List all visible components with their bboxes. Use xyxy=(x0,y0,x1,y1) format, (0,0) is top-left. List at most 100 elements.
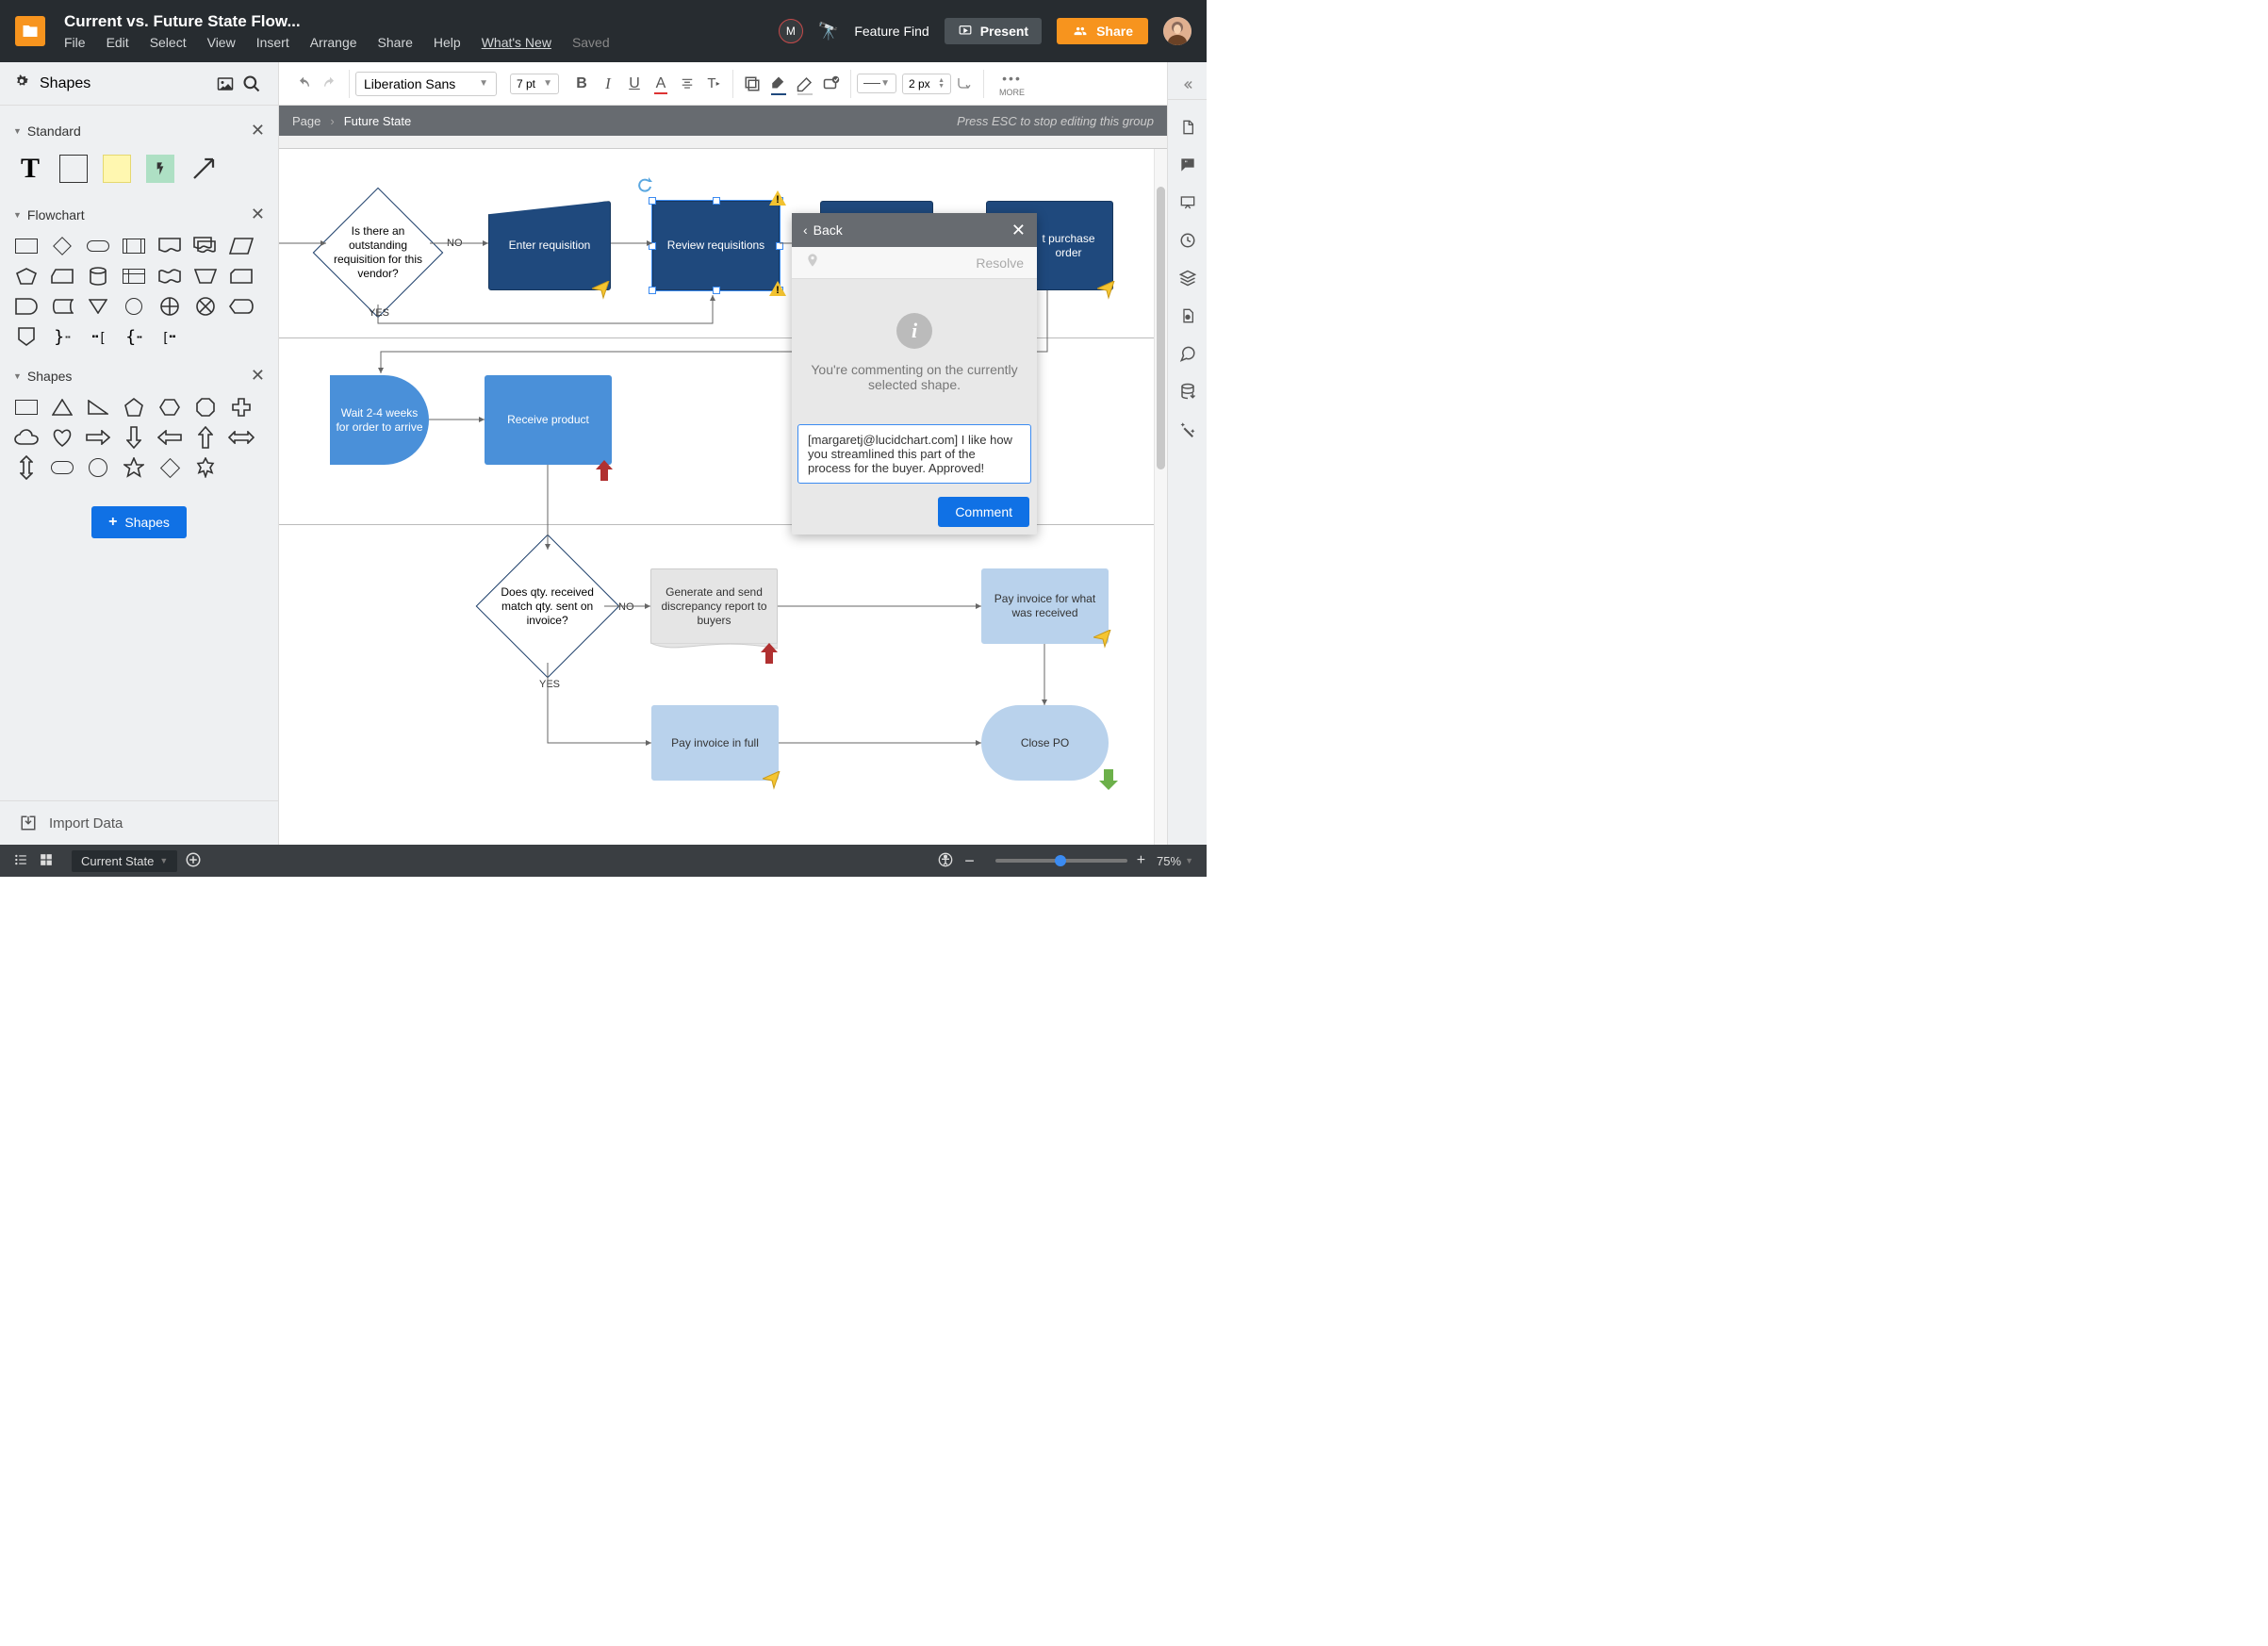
node-pay-received[interactable]: Pay invoice for what was received xyxy=(981,568,1109,644)
grid-view-icon[interactable] xyxy=(40,853,53,869)
close-icon[interactable]: ✕ xyxy=(251,205,265,224)
sh-cloud[interactable] xyxy=(13,427,40,448)
node-decision-outstanding[interactable]: Is there an outstanding requisition for … xyxy=(326,201,430,305)
zoom-out-button[interactable]: − xyxy=(964,851,975,871)
section-standard[interactable]: ▼ Standard ✕ xyxy=(0,115,278,146)
fc-card[interactable] xyxy=(228,266,255,287)
add-page-button[interactable] xyxy=(185,851,202,871)
menu-whats-new[interactable]: What's New xyxy=(482,35,551,50)
align-button[interactable] xyxy=(674,70,700,98)
collapse-right-panel[interactable] xyxy=(1168,70,1207,100)
underline-button[interactable]: U xyxy=(621,70,648,98)
user-avatar[interactable] xyxy=(1163,17,1192,45)
undo-button[interactable] xyxy=(290,70,317,98)
section-flowchart[interactable]: ▼ Flowchart ✕ xyxy=(0,199,278,230)
fc-papertape[interactable] xyxy=(156,266,183,287)
rotate-handle-icon[interactable] xyxy=(637,177,652,192)
present-panel-icon[interactable] xyxy=(1175,187,1201,219)
node-close-po[interactable]: Close PO xyxy=(981,705,1109,781)
text-options-button[interactable]: T▸ xyxy=(700,70,727,98)
node-wait-weeks[interactable]: Wait 2-4 weeks for order to arrive xyxy=(330,375,429,465)
sh-arrow-ud[interactable] xyxy=(13,457,40,478)
redo-button[interactable] xyxy=(317,70,343,98)
sh-cross[interactable] xyxy=(228,397,255,418)
menu-help[interactable]: Help xyxy=(434,35,461,50)
fc-process[interactable] xyxy=(13,236,40,256)
fc-database[interactable] xyxy=(85,266,111,287)
sh-rounded-rect[interactable] xyxy=(49,457,75,478)
sh-heart[interactable] xyxy=(49,427,75,448)
zoom-percent-label[interactable]: 75% xyxy=(1157,854,1181,868)
fc-input[interactable] xyxy=(49,266,75,287)
shape-options-button[interactable] xyxy=(818,70,845,98)
zoom-in-button[interactable]: + xyxy=(1137,852,1145,869)
sh-arrow-up[interactable] xyxy=(192,427,219,448)
fc-brace-open[interactable]: {▪▪ xyxy=(121,326,147,347)
comment-submit-button[interactable]: Comment xyxy=(938,497,1029,527)
data-panel-icon[interactable] xyxy=(1175,300,1201,332)
menu-insert[interactable]: Insert xyxy=(256,35,289,50)
zoom-slider[interactable] xyxy=(995,859,1127,863)
menu-view[interactable]: View xyxy=(207,35,236,50)
sh-hexagon[interactable] xyxy=(156,397,183,418)
fc-manualop[interactable] xyxy=(192,266,219,287)
sh-triangle[interactable] xyxy=(49,397,75,418)
fc-brace-close[interactable]: }▪▪ xyxy=(49,326,75,347)
fc-note-right[interactable]: ▪▪[ xyxy=(85,326,111,347)
history-panel-icon[interactable] xyxy=(1175,224,1201,256)
fc-decision[interactable] xyxy=(49,236,75,256)
fc-delay[interactable] xyxy=(13,296,40,317)
sh-polystar[interactable] xyxy=(192,457,219,478)
comments-panel-icon[interactable]: " xyxy=(1175,149,1201,181)
fill-button[interactable] xyxy=(739,70,765,98)
node-decision-qty[interactable]: Does qty. received match qty. sent on in… xyxy=(491,550,604,663)
line-width-select[interactable]: 2 px▲▼ xyxy=(902,74,951,94)
scrollbar-vertical[interactable] xyxy=(1154,149,1167,845)
search-icon[interactable] xyxy=(238,71,265,97)
fc-display[interactable] xyxy=(228,296,255,317)
db-panel-icon[interactable] xyxy=(1175,375,1201,407)
fc-stored[interactable] xyxy=(49,296,75,317)
gear-icon[interactable] xyxy=(13,73,30,94)
outline-view-icon[interactable] xyxy=(13,853,28,869)
sh-arrow-down[interactable] xyxy=(121,427,147,448)
fc-note-left[interactable]: [▪▪ xyxy=(156,326,183,347)
fc-document[interactable] xyxy=(156,236,183,256)
sh-arrow-right[interactable] xyxy=(85,427,111,448)
shape-hotspot[interactable] xyxy=(143,152,177,186)
comment-back-button[interactable]: ‹ Back xyxy=(803,222,843,238)
chat-panel-icon[interactable] xyxy=(1175,337,1201,370)
node-pay-full[interactable]: Pay invoice in full xyxy=(651,705,779,781)
sh-circle[interactable] xyxy=(85,457,111,478)
add-shapes-button[interactable]: + Shapes xyxy=(91,506,187,538)
layers-panel-icon[interactable] xyxy=(1175,262,1201,294)
page-panel-icon[interactable] xyxy=(1175,111,1201,143)
sh-arrow-lr[interactable] xyxy=(228,427,255,448)
fc-merge[interactable] xyxy=(85,296,111,317)
magic-panel-icon[interactable] xyxy=(1175,413,1201,445)
app-logo-icon[interactable] xyxy=(15,16,45,46)
italic-button[interactable]: I xyxy=(595,70,621,98)
comment-input[interactable]: [margaretj@lucidchart.com] I like how yo… xyxy=(797,424,1031,484)
sh-star[interactable] xyxy=(121,457,147,478)
close-icon[interactable]: ✕ xyxy=(1011,221,1026,240)
pin-icon[interactable] xyxy=(805,251,820,274)
text-color-button[interactable]: A xyxy=(648,70,674,98)
section-shapes[interactable]: ▼ Shapes ✕ xyxy=(0,360,278,391)
fc-or[interactable] xyxy=(156,296,183,317)
menu-select[interactable]: Select xyxy=(150,35,187,50)
close-icon[interactable]: ✕ xyxy=(251,121,265,140)
fc-internal[interactable] xyxy=(121,266,147,287)
share-button[interactable]: Share xyxy=(1057,18,1148,44)
sh-octagon[interactable] xyxy=(192,397,219,418)
line-style-select[interactable]: ▼ xyxy=(857,74,896,93)
node-generate-report[interactable]: Generate and send discrepancy report to … xyxy=(650,568,778,644)
document-title[interactable]: Current vs. Future State Flow... xyxy=(64,12,779,31)
fc-data[interactable] xyxy=(228,236,255,256)
font-size-select[interactable]: 7 pt▼ xyxy=(510,74,559,94)
menu-edit[interactable]: Edit xyxy=(107,35,129,50)
shape-note[interactable] xyxy=(100,152,134,186)
present-button[interactable]: Present xyxy=(945,18,1042,44)
bold-button[interactable]: B xyxy=(568,70,595,98)
node-enter-requisition[interactable]: Enter requisition xyxy=(488,201,611,290)
